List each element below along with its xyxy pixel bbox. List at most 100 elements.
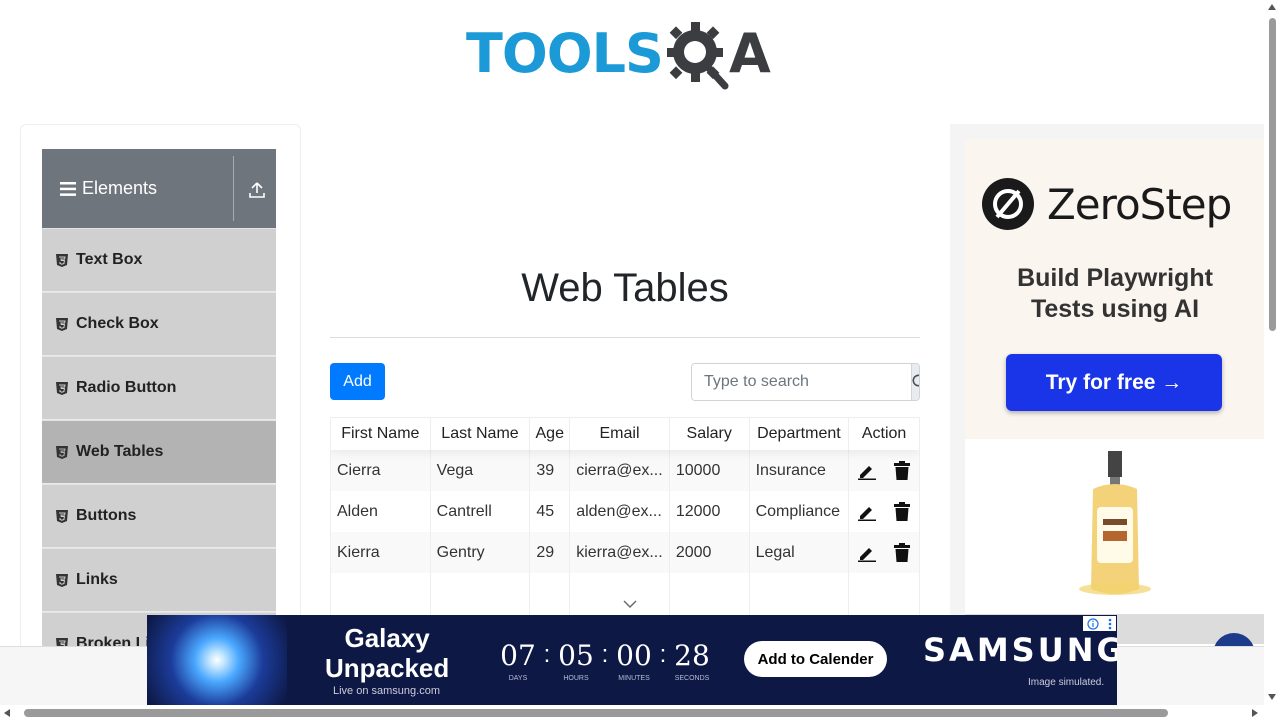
page-title: Web Tables bbox=[521, 266, 729, 310]
html5-icon bbox=[56, 445, 68, 459]
cell-age: 45 bbox=[530, 491, 571, 532]
page: TOOLS A Elements Text Box Check Box Radi… bbox=[0, 0, 1280, 720]
column-header-first-name[interactable]: First Name bbox=[331, 418, 431, 450]
cell-department: Legal bbox=[750, 532, 850, 573]
sidebar-item-buttons[interactable]: Buttons bbox=[42, 484, 276, 548]
countdown-label: MINUTES bbox=[618, 675, 650, 682]
cell-first-name: Alden bbox=[331, 491, 431, 532]
countdown: 07 DAYS : 05 HOURS : 00 MINUTES : 28 SEC… bbox=[499, 639, 711, 683]
collapse-upload-icon[interactable] bbox=[249, 182, 265, 198]
add-to-calendar-button[interactable]: Add to Calender bbox=[744, 641, 887, 677]
sidebar-item-label: Check Box bbox=[76, 315, 159, 332]
product-ad[interactable] bbox=[965, 439, 1265, 614]
column-header-age[interactable]: Age bbox=[530, 418, 571, 450]
column-header-salary[interactable]: Salary bbox=[670, 418, 750, 450]
group-title-label: Elements bbox=[82, 178, 158, 198]
hamburger-icon bbox=[60, 181, 76, 196]
scroll-up-arrow-icon[interactable] bbox=[1268, 4, 1276, 10]
search-button[interactable] bbox=[911, 364, 919, 400]
zerostep-logo-icon bbox=[982, 178, 1034, 230]
logo-text-a: A bbox=[728, 22, 771, 85]
ad-choices[interactable] bbox=[1083, 616, 1116, 631]
zerostep-tagline: Build Playwright Tests using AI bbox=[965, 263, 1265, 325]
edit-pencil-icon[interactable] bbox=[857, 462, 877, 480]
html5-icon bbox=[56, 509, 68, 523]
countdown-days: 07 DAYS bbox=[499, 639, 537, 683]
toolsqa-logo[interactable]: TOOLS A bbox=[466, 14, 790, 94]
try-for-free-button[interactable]: Try for free → bbox=[1006, 354, 1222, 411]
sidebar-item-text-box[interactable]: Text Box bbox=[42, 228, 276, 292]
sidebar-item-label: Web Tables bbox=[76, 443, 164, 460]
countdown-value: 28 bbox=[674, 639, 710, 672]
empty-cell bbox=[570, 573, 670, 616]
table-row: Kierra Gentry 29 kierra@ex... 2000 Legal bbox=[331, 532, 919, 573]
delete-trash-icon[interactable] bbox=[893, 502, 911, 521]
edit-pencil-icon[interactable] bbox=[857, 503, 877, 521]
sidebar-item-label: Buttons bbox=[76, 507, 137, 524]
sidebar-item-radio-button[interactable]: Radio Button bbox=[42, 356, 276, 420]
zerostep-logo: ZeroStep bbox=[981, 177, 1232, 231]
delete-trash-icon[interactable] bbox=[893, 543, 911, 562]
vertical-scrollbar[interactable] bbox=[1264, 0, 1280, 706]
cell-action bbox=[849, 450, 919, 491]
sidebar-item-label: Links bbox=[76, 571, 118, 588]
more-vertical-icon[interactable] bbox=[1108, 618, 1112, 630]
info-icon[interactable] bbox=[1087, 617, 1099, 630]
scroll-left-arrow-icon[interactable] bbox=[4, 709, 10, 717]
scroll-down-arrow-icon[interactable] bbox=[1268, 694, 1276, 700]
title-divider bbox=[330, 337, 920, 338]
cell-email: kierra@ex... bbox=[570, 532, 670, 573]
sidebar-item-check-box[interactable]: Check Box bbox=[42, 292, 276, 356]
sidebar-item-label: Text Box bbox=[76, 251, 143, 268]
sidebar-item-web-tables[interactable]: Web Tables bbox=[42, 420, 276, 484]
title-line-1: Galaxy bbox=[344, 623, 430, 653]
empty-cell bbox=[750, 573, 850, 616]
countdown-value: 07 bbox=[500, 639, 536, 672]
elements-menu: Text Box Check Box Radio Button Web Tabl… bbox=[42, 228, 276, 676]
cell-email: alden@ex... bbox=[570, 491, 670, 532]
countdown-hours: 05 HOURS bbox=[557, 641, 595, 683]
zerostep-tagline-line2: Tests using AI bbox=[1030, 295, 1200, 323]
logo-text-tools: TOOLS bbox=[466, 22, 664, 85]
galaxy-unpacked-title: Galaxy Unpacked bbox=[325, 623, 449, 683]
cell-age: 29 bbox=[530, 532, 571, 573]
cell-last-name: Gentry bbox=[431, 532, 531, 573]
cell-action bbox=[849, 491, 919, 532]
countdown-label: DAYS bbox=[508, 675, 528, 682]
cell-last-name: Vega bbox=[431, 450, 531, 491]
cell-department: Insurance bbox=[750, 450, 850, 491]
cell-first-name: Cierra bbox=[331, 450, 431, 491]
table-header: First Name Last Name Age Email Salary De… bbox=[331, 418, 919, 450]
search-input[interactable] bbox=[692, 364, 911, 400]
sidebar-item-links[interactable]: Links bbox=[42, 548, 276, 612]
gear-magnifier-icon bbox=[666, 22, 729, 90]
search-icon bbox=[912, 374, 919, 387]
horizontal-scroll-thumb[interactable] bbox=[24, 709, 1168, 717]
chevron-down-icon[interactable] bbox=[623, 600, 637, 609]
column-header-action[interactable]: Action bbox=[849, 418, 919, 450]
add-button[interactable]: Add bbox=[330, 363, 385, 400]
cell-salary: 10000 bbox=[670, 450, 750, 491]
delete-trash-icon[interactable] bbox=[893, 461, 911, 480]
cell-department: Compliance bbox=[750, 491, 850, 532]
column-header-email[interactable]: Email bbox=[570, 418, 670, 450]
countdown-seconds: 28 SECONDS bbox=[673, 639, 711, 683]
column-header-department[interactable]: Department bbox=[750, 418, 850, 450]
cell-salary: 12000 bbox=[670, 491, 750, 532]
samsung-ad[interactable]: Galaxy Unpacked Live on samsung.com 07 D… bbox=[147, 615, 1117, 705]
html5-icon bbox=[56, 573, 68, 587]
empty-cell bbox=[331, 573, 431, 616]
elements-group-header[interactable]: Elements bbox=[42, 149, 276, 228]
column-header-last-name[interactable]: Last Name bbox=[431, 418, 531, 450]
body-oil-bottle-image bbox=[1079, 451, 1151, 595]
scroll-right-arrow-icon[interactable] bbox=[1252, 709, 1258, 717]
vertical-scroll-thumb[interactable] bbox=[1269, 18, 1276, 331]
horizontal-scrollbar[interactable] bbox=[0, 705, 1264, 720]
empty-cell bbox=[849, 573, 919, 616]
web-table: First Name Last Name Age Email Salary De… bbox=[330, 417, 920, 617]
countdown-value: 00 bbox=[616, 639, 652, 672]
cell-action bbox=[849, 532, 919, 573]
edit-pencil-icon[interactable] bbox=[857, 544, 877, 562]
zerostep-ad[interactable]: ZeroStep Build Playwright Tests using AI… bbox=[950, 124, 1266, 644]
countdown-label: SECONDS bbox=[674, 675, 710, 682]
